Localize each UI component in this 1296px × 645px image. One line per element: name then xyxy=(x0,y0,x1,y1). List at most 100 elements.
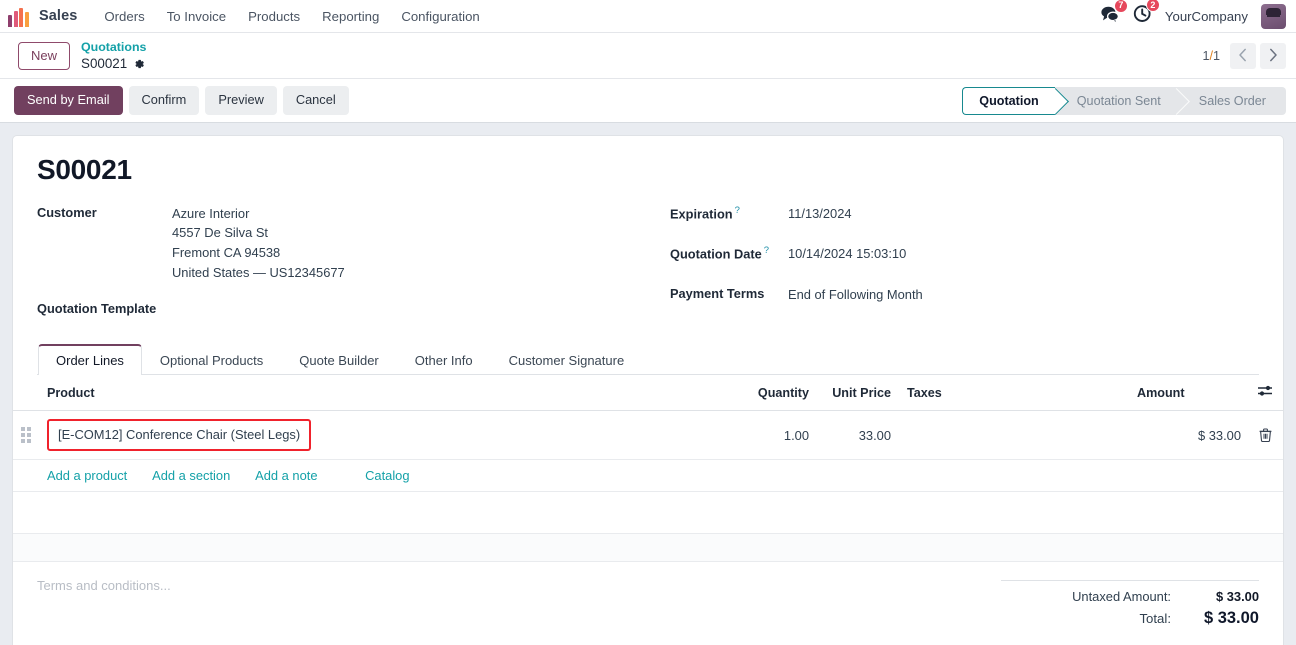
field-payment-terms: Payment Terms End of Following Month xyxy=(670,285,1259,305)
product-input[interactable]: [E-COM12] Conference Chair (Steel Legs) xyxy=(47,419,312,451)
customer-name: Azure Interior xyxy=(172,205,250,221)
navbar-right-group: 7 2 YourCompany xyxy=(1100,0,1286,29)
field-quotation-template: Quotation Template xyxy=(37,300,628,316)
avatar[interactable] xyxy=(1261,3,1286,29)
new-button[interactable]: New xyxy=(18,42,71,70)
tab-other-info[interactable]: Other Info xyxy=(397,344,491,375)
company-name[interactable]: YourCompany xyxy=(1165,9,1248,24)
total-label: Total: xyxy=(1139,610,1171,626)
terms-placeholder[interactable]: Terms and conditions... xyxy=(37,578,746,593)
header-taxes[interactable]: Taxes xyxy=(899,375,1129,412)
pager-previous-button[interactable] xyxy=(1230,43,1256,70)
add-a-section-link[interactable]: Add a section xyxy=(152,468,230,483)
header-unit-price[interactable]: Unit Price xyxy=(817,375,899,412)
top-navbar: Sales Orders To Invoice Products Reporti… xyxy=(0,0,1296,33)
action-bar: Send by Email Confirm Preview Cancel Quo… xyxy=(0,79,1296,123)
header-amount[interactable]: Amount xyxy=(1129,375,1249,412)
header-quantity[interactable]: Quantity xyxy=(731,375,817,412)
add-links-spacer xyxy=(13,459,39,492)
total-value: $ 33.00 xyxy=(1203,608,1259,627)
expiration-help-icon[interactable]: ? xyxy=(735,205,740,216)
menu-item-orders[interactable]: Orders xyxy=(93,4,155,29)
row-taxes-cell[interactable] xyxy=(899,410,1129,460)
add-a-product-link[interactable]: Add a product xyxy=(47,468,127,483)
app-name[interactable]: Sales xyxy=(39,8,77,24)
messages-badge: 7 xyxy=(1113,0,1128,13)
header-product[interactable]: Product xyxy=(39,375,731,412)
menu-item-to-invoice[interactable]: To Invoice xyxy=(156,4,237,29)
cancel-button[interactable]: Cancel xyxy=(282,86,349,115)
preview-button[interactable]: Preview xyxy=(205,86,277,115)
row-amount-value: $ 33.00 xyxy=(1197,427,1241,443)
gear-icon[interactable] xyxy=(133,58,145,70)
sheet-footer: Terms and conditions... Untaxed Amount: … xyxy=(13,562,1283,633)
expiration-value[interactable]: 11/13/2024 xyxy=(788,204,852,224)
menu-item-products[interactable]: Products xyxy=(237,4,311,29)
optional-columns-button[interactable] xyxy=(1249,375,1283,412)
totals-divider xyxy=(1001,579,1259,581)
pager-text[interactable]: 1/1 xyxy=(1202,49,1220,63)
page-title: S00021 xyxy=(37,153,132,185)
tab-optional-products[interactable]: Optional Products xyxy=(142,344,281,375)
activities-badge: 2 xyxy=(1145,0,1160,12)
confirm-button[interactable]: Confirm xyxy=(128,86,200,115)
breadcrumb: Quotations S00021 xyxy=(81,40,146,72)
field-expiration: Expiration? 11/13/2024 xyxy=(670,204,1259,224)
quotation-date-value[interactable]: 10/14/2024 15:03:10 xyxy=(788,244,906,264)
untaxed-amount-value: $ 33.00 xyxy=(1215,588,1259,604)
pager: 1/1 xyxy=(1202,43,1286,70)
row-drag-handle-cell[interactable] xyxy=(13,410,39,460)
trash-icon[interactable] xyxy=(1259,427,1272,442)
right-field-column: Expiration? 11/13/2024 Quotation Date? 1… xyxy=(648,204,1259,327)
terms-section[interactable]: Terms and conditions... xyxy=(37,578,746,633)
payment-terms-value[interactable]: End of Following Month xyxy=(788,285,923,305)
tab-quote-builder[interactable]: Quote Builder xyxy=(281,344,397,375)
row-product-cell[interactable]: [E-COM12] Conference Chair (Steel Legs) xyxy=(39,410,731,460)
pager-next-button[interactable] xyxy=(1260,43,1286,70)
catalog-link[interactable]: Catalog xyxy=(365,468,409,483)
field-customer: Customer Azure Interior 4557 De Silva St… xyxy=(37,204,628,282)
totals-section: Untaxed Amount: $ 33.00 Total: $ 33.00 xyxy=(1001,578,1259,633)
add-a-note-link[interactable]: Add a note xyxy=(255,468,317,483)
breadcrumb-parent-quotations[interactable]: Quotations xyxy=(81,40,146,56)
status-step-sales-order[interactable]: Sales Order xyxy=(1176,86,1286,115)
row-delete-cell[interactable] xyxy=(1249,410,1283,460)
row-unit-price-cell[interactable]: 33.00 xyxy=(817,410,899,460)
quotation-date-help-icon[interactable]: ? xyxy=(764,245,769,256)
menu-item-configuration[interactable]: Configuration xyxy=(390,4,490,29)
status-step-quotation-sent[interactable]: Quotation Sent xyxy=(1054,86,1177,115)
status-step-quotation[interactable]: Quotation xyxy=(962,86,1055,115)
payment-terms-label: Payment Terms xyxy=(670,286,765,302)
field-quotation-date: Quotation Date? 10/14/2024 15:03:10 xyxy=(670,244,1259,264)
breadcrumb-current-label: S00021 xyxy=(81,55,128,71)
customer-street: 4557 De Silva St xyxy=(172,225,269,241)
messages-menu[interactable]: 7 xyxy=(1100,0,1128,28)
chevron-left-icon xyxy=(1238,48,1248,65)
customer-value[interactable]: Azure Interior 4557 De Silva St Fremont … xyxy=(172,204,345,282)
quotation-date-label: Quotation Date? xyxy=(670,245,770,262)
send-by-email-button[interactable]: Send by Email xyxy=(14,86,123,115)
odoo-bars-logo[interactable] xyxy=(8,6,32,27)
untaxed-amount-label: Untaxed Amount: xyxy=(1072,588,1171,604)
menu-item-reporting[interactable]: Reporting xyxy=(311,4,390,29)
untaxed-amount-line: Untaxed Amount: $ 33.00 xyxy=(1001,589,1259,604)
notebook: Order Lines Optional Products Quote Buil… xyxy=(37,343,1259,376)
table-row[interactable]: [E-COM12] Conference Chair (Steel Legs) … xyxy=(13,410,1283,460)
notebook-tabs: Order Lines Optional Products Quote Buil… xyxy=(37,343,1259,376)
order-lines-header: Product Quantity Unit Price Taxes Amount xyxy=(13,375,1283,412)
row-quantity-cell[interactable]: 1.00 xyxy=(731,410,817,460)
tab-order-lines[interactable]: Order Lines xyxy=(38,344,142,376)
add-links-row: Add a product Add a section Add a note C… xyxy=(13,459,1283,492)
order-lines-table: Product Quantity Unit Price Taxes Amount xyxy=(13,375,1283,562)
drag-handle-icon[interactable] xyxy=(21,427,31,444)
control-panel: New Quotations S00021 1/1 xyxy=(0,33,1296,80)
activities-menu[interactable]: 2 xyxy=(1133,0,1160,28)
record-sheet: S00021 Customer Azure Interior 4557 De S… xyxy=(12,134,1284,645)
row-amount-cell: $ 33.00 xyxy=(1129,410,1249,460)
add-links-cell: Add a product Add a section Add a note C… xyxy=(39,459,1283,492)
status-pipeline: Quotation Quotation Sent Sales Order xyxy=(962,86,1286,115)
field-columns: Customer Azure Interior 4557 De Silva St… xyxy=(37,204,1259,327)
tab-customer-signature[interactable]: Customer Signature xyxy=(491,344,643,375)
customer-label: Customer xyxy=(37,204,97,220)
customer-country: United States — US12345677 xyxy=(172,264,345,280)
